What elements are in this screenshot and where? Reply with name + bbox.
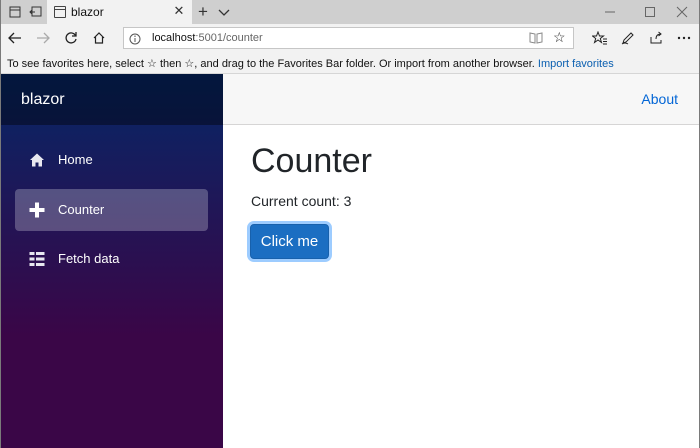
chevron-down-icon[interactable] bbox=[216, 3, 232, 21]
window-icon[interactable] bbox=[7, 4, 23, 20]
sidebar-item-label: Home bbox=[58, 152, 93, 167]
list-icon bbox=[29, 251, 45, 267]
browser-titlebar: blazor ✕ + bbox=[0, 0, 700, 24]
main-content: Counter Current count: 3 Click me bbox=[223, 125, 700, 448]
minimize-icon[interactable] bbox=[592, 0, 628, 24]
favorites-message-start: To see favorites here, select bbox=[7, 58, 144, 70]
browser-tab[interactable]: blazor ✕ bbox=[47, 0, 192, 24]
pen-icon[interactable] bbox=[618, 29, 638, 47]
home-icon bbox=[29, 152, 45, 168]
sidebar: blazor Home Counter Fetch data bbox=[0, 74, 223, 448]
address-path: :5001/counter bbox=[195, 32, 263, 44]
star-icon[interactable]: ☆ bbox=[553, 29, 566, 46]
address-host: localhost bbox=[152, 32, 196, 44]
address-bar[interactable]: localhost:5001/counter ☆ bbox=[123, 27, 574, 49]
top-row: About bbox=[223, 74, 700, 125]
sidebar-brand-bar: blazor bbox=[0, 74, 223, 125]
refresh-icon[interactable] bbox=[61, 29, 81, 47]
back-tabs-icon[interactable] bbox=[27, 4, 43, 20]
favorites-hub-icon: ☆ bbox=[147, 58, 157, 70]
window-border-left bbox=[0, 0, 1, 448]
new-tab-button[interactable]: + bbox=[194, 1, 212, 23]
sidebar-item-home[interactable]: Home bbox=[15, 139, 208, 181]
back-arrow-icon[interactable] bbox=[5, 29, 25, 47]
favorites-message: To see favorites here, select ☆ then ☆, … bbox=[7, 57, 614, 70]
click-me-button[interactable]: Click me bbox=[250, 224, 329, 259]
plus-icon bbox=[29, 202, 45, 218]
reading-view-icon[interactable] bbox=[529, 31, 543, 45]
maximize-icon[interactable] bbox=[632, 0, 668, 24]
sidebar-item-counter[interactable]: Counter bbox=[15, 189, 208, 231]
sidebar-item-label: Fetch data bbox=[58, 251, 120, 266]
home-icon[interactable] bbox=[89, 29, 109, 47]
info-icon[interactable] bbox=[129, 32, 141, 45]
favorites-message-end: then ☆, and drag to the Favorites Bar fo… bbox=[159, 58, 535, 70]
page-icon bbox=[54, 6, 66, 18]
sidebar-item-label: Counter bbox=[58, 202, 105, 217]
address-url[interactable]: localhost:5001/counter bbox=[152, 32, 263, 44]
current-count: Current count: 3 bbox=[251, 193, 352, 209]
favorites-icon[interactable] bbox=[590, 29, 610, 47]
tab-close-icon[interactable]: ✕ bbox=[171, 3, 187, 19]
close-icon[interactable] bbox=[664, 0, 700, 24]
import-favorites-link[interactable]: Import favorites bbox=[538, 58, 614, 70]
page-title: Counter bbox=[251, 142, 372, 180]
sidebar-item-fetch-data[interactable]: Fetch data bbox=[15, 238, 208, 280]
about-link[interactable]: About bbox=[641, 91, 678, 107]
favorites-bar: To see favorites here, select ☆ then ☆, … bbox=[0, 52, 700, 74]
more-icon[interactable] bbox=[674, 29, 694, 47]
share-icon[interactable] bbox=[646, 29, 666, 47]
tab-title: blazor bbox=[71, 5, 104, 19]
browser-navbar: localhost:5001/counter ☆ bbox=[0, 24, 700, 52]
brand-link[interactable]: blazor bbox=[21, 91, 65, 109]
forward-arrow-icon[interactable] bbox=[33, 29, 53, 47]
